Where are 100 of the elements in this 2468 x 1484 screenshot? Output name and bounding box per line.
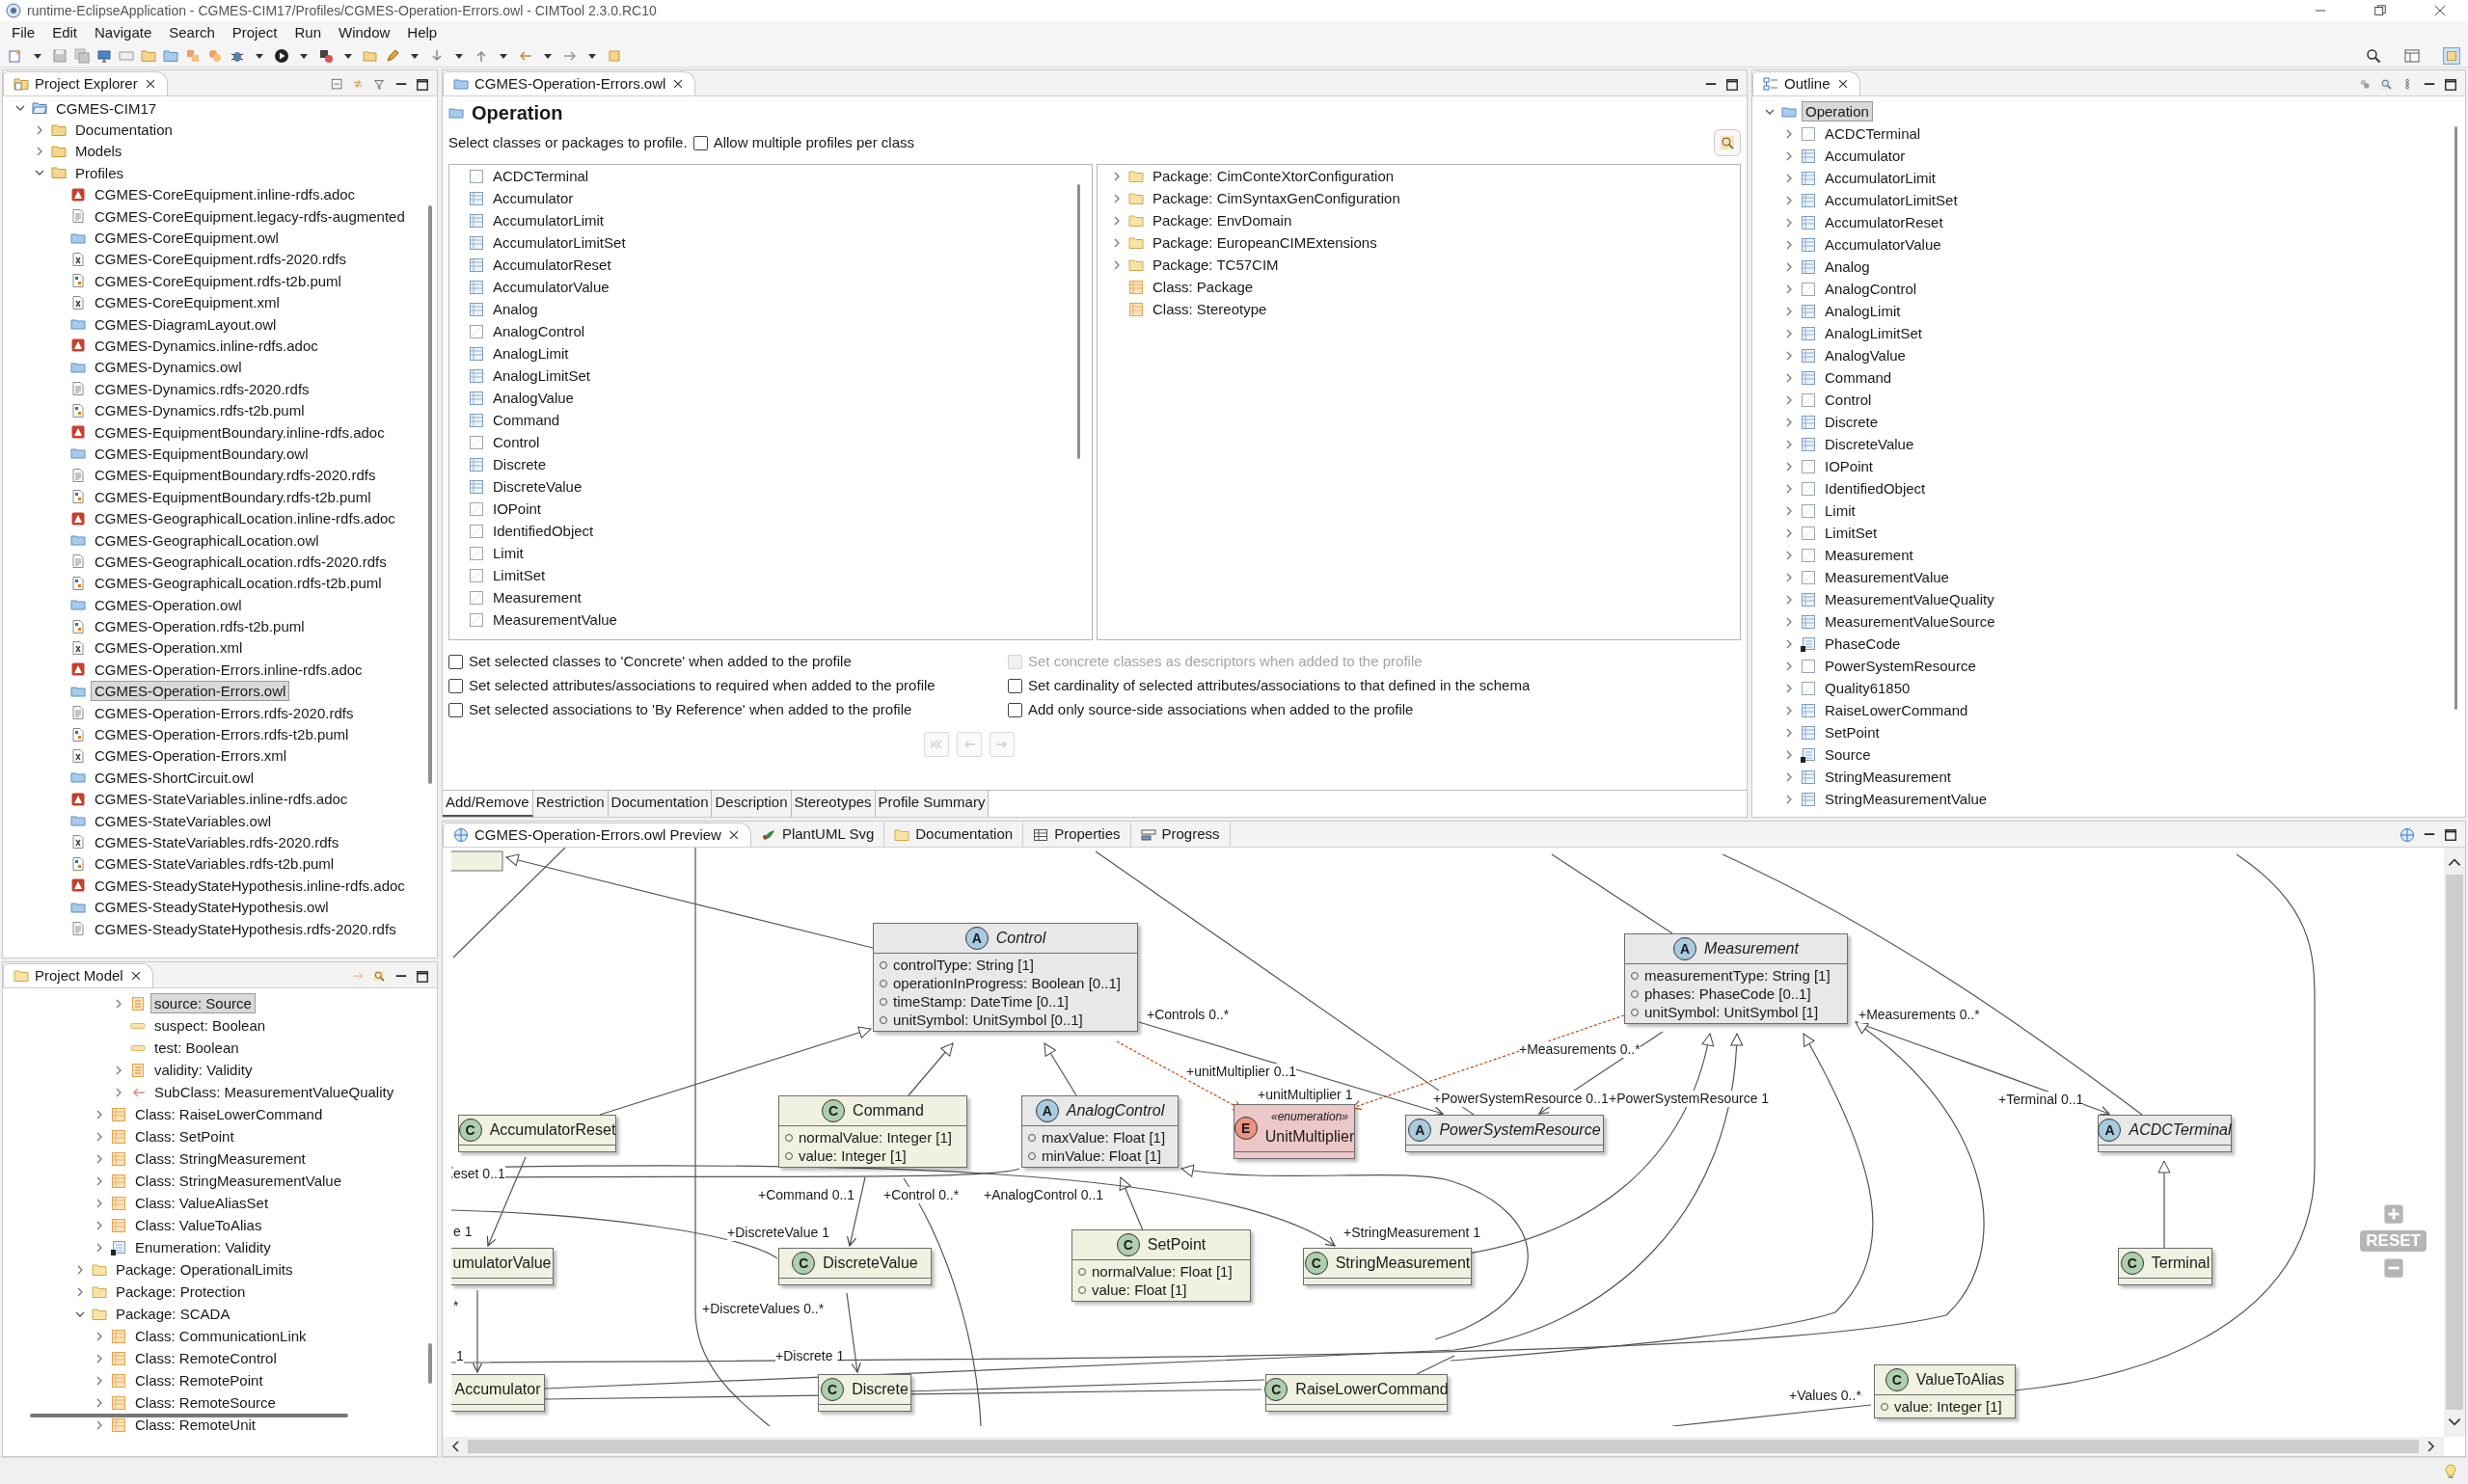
scrollbar[interactable] (2446, 875, 2463, 1410)
tree-item[interactable]: CGMES-GeographicalLocation.owl (91, 529, 323, 551)
view-tab[interactable]: CGMES-Operation-Errors.owl Preview (443, 823, 751, 847)
list-item[interactable]: DiscreteValue (489, 476, 586, 497)
tree-item[interactable]: RaiseLowerCommand (1821, 700, 1972, 720)
tree-item[interactable]: Class: RemoteUnit (131, 1415, 260, 1435)
menu-item[interactable]: Run (286, 21, 329, 44)
menu-item[interactable]: File (4, 21, 43, 44)
collapse-icon[interactable] (331, 78, 344, 92)
tree-item[interactable]: CGMES-StateVariables.rdfs-t2b.puml (91, 853, 339, 875)
list-item[interactable]: Analog (489, 299, 542, 319)
menu-item[interactable]: Project (224, 21, 285, 44)
tree-item[interactable]: Class: RaiseLowerCommand (131, 1104, 327, 1124)
list-item[interactable]: AnalogValue (489, 388, 578, 408)
tree-item[interactable]: CGMES-SteadyStateHypothesis.inline-rdfs.adoc (91, 875, 409, 896)
editor-page-tab[interactable]: Profile Summary (875, 790, 990, 817)
tree-item[interactable]: CGMES-Operation.rdfs-t2b.puml (91, 616, 309, 637)
tree-item[interactable]: validity: Validity (150, 1060, 257, 1080)
tree-item[interactable]: CGMES-Operation-Errors.owl (91, 681, 290, 702)
tree-item[interactable]: Profiles (71, 162, 128, 183)
tree-item[interactable]: CGMES-EquipmentBoundary.inline-rdfs.adoc (91, 421, 389, 443)
checkbox[interactable] (448, 703, 463, 717)
tree-item[interactable]: MeasurementValue (1821, 567, 1953, 587)
tree-item[interactable]: CGMES-Operation-Errors.xml (91, 745, 291, 767)
tree-item[interactable]: Command (1821, 367, 1896, 388)
menu-item[interactable]: Edit (44, 21, 86, 44)
tree-item[interactable]: Package: CimSyntaxGenConfiguration (1149, 188, 1404, 208)
tree-item[interactable]: CGMES-EquipmentBoundary.owl (91, 443, 312, 464)
list-item[interactable]: ACDCTerminal (489, 166, 593, 186)
menu-item[interactable]: Search (161, 21, 223, 44)
scrollbar[interactable] (1077, 184, 1080, 459)
tree-item[interactable]: CGMES-StateVariables.rdfs-2020.rdfs (91, 831, 343, 852)
tree-item[interactable]: CGMES-Operation-Errors.inline-rdfs.adoc (91, 659, 366, 680)
tree-item[interactable]: AnalogLimitSet (1821, 323, 1926, 343)
perspective-icon[interactable] (2443, 46, 2460, 65)
tree-item[interactable]: ACDCTerminal (1821, 123, 1925, 144)
tree-item[interactable]: Package: Protection (112, 1282, 250, 1302)
tree-item[interactable]: test: Boolean (150, 1038, 243, 1058)
tree-item[interactable]: CGMES-StateVariables.inline-rdfs.adoc (91, 789, 352, 810)
list-item[interactable]: AnalogLimit (489, 343, 573, 364)
maximize-icon[interactable] (416, 78, 429, 92)
tree-item[interactable]: Package: OperationalLimits (112, 1259, 297, 1280)
tree-item[interactable]: MeasurementValueSource (1821, 611, 1999, 632)
tree-item[interactable]: SetPoint (1821, 722, 1884, 742)
tree-item[interactable]: MeasurementValueQuality (1821, 589, 1998, 609)
list-item[interactable]: AccumulatorLimitSet (489, 232, 630, 253)
tree-item[interactable]: PowerSystemResource (1821, 656, 1980, 676)
editor-page-tab[interactable]: Description (712, 790, 792, 817)
menu-item[interactable]: Help (399, 21, 446, 44)
lightbulb-icon[interactable] (2443, 1463, 2458, 1479)
checkbox[interactable] (692, 135, 708, 150)
tree-item[interactable]: CGMES-ShortCircuit.owl (91, 767, 258, 788)
maximize-icon[interactable] (2444, 828, 2457, 842)
tree-item[interactable]: Class: RemoteSource (131, 1392, 280, 1413)
scrollbar[interactable] (428, 1343, 432, 1384)
editor-page-tab[interactable]: Restriction (532, 790, 609, 817)
tree-item[interactable]: Class: ValueAliasSet (131, 1193, 273, 1213)
tree-item[interactable]: AnalogLimit (1821, 301, 1905, 321)
tree-item[interactable]: CGMES-EquipmentBoundary.rdfs-2020.rdfs (91, 465, 380, 486)
tree-item[interactable]: CGMES-GeographicalLocation.rdfs-2020.rdfs (91, 551, 391, 572)
tree-item[interactable]: SubClass: MeasurementValueQuality (150, 1082, 398, 1102)
tree-item[interactable]: Class: Stereotype (1149, 299, 1271, 319)
tree-item[interactable]: Package: SCADA (112, 1304, 234, 1324)
editor-page-tab[interactable]: Stereotypes (791, 790, 876, 817)
tree-item[interactable]: Package: EnvDomain (1149, 210, 1296, 230)
tree-item[interactable]: AccumulatorReset (1821, 212, 1947, 232)
tree-item[interactable]: IdentifiedObject (1821, 478, 1930, 499)
tree-item[interactable]: DiscreteValue (1821, 434, 1918, 454)
tree-item[interactable]: PhaseCode (1821, 634, 1905, 654)
search-button[interactable] (1714, 129, 1741, 156)
list-item[interactable]: AccumulatorLimit (489, 210, 609, 230)
tree-item[interactable]: Package: TC57CIM (1149, 255, 1283, 275)
list-item[interactable]: Measurement (489, 587, 585, 607)
checkbox[interactable] (1008, 679, 1022, 693)
tree-item[interactable]: CGMES-CoreEquipment.rdfs-2020.rdfs (91, 249, 350, 270)
folder-icon[interactable] (141, 47, 156, 64)
tree-item[interactable]: Documentation (71, 120, 176, 141)
list-item[interactable]: AnalogControl (489, 321, 589, 341)
tree-item[interactable]: CGMES-EquipmentBoundary.rdfs-t2b.puml (91, 486, 375, 507)
folder-icon[interactable] (163, 47, 178, 64)
tree-item[interactable]: Class: CommunicationLink (131, 1326, 311, 1346)
tree-item[interactable]: CGMES-Operation.owl (91, 594, 246, 615)
tree-item[interactable]: Class: SetPoint (131, 1126, 238, 1147)
tree-item[interactable]: CGMES-StateVariables.owl (91, 810, 276, 831)
list-item[interactable]: Control (489, 432, 544, 452)
scrollbar[interactable] (30, 1414, 348, 1417)
tree-item[interactable]: AnalogControl (1821, 279, 1921, 299)
tree-item[interactable]: CGMES-SteadyStateHypothesis.owl (91, 897, 333, 918)
tree-item[interactable]: CGMES-Dynamics.owl (91, 357, 246, 378)
tree-item[interactable]: AccumulatorLimitSet (1821, 190, 1962, 210)
monitor-icon[interactable] (96, 47, 112, 64)
filter-icon[interactable] (373, 78, 387, 92)
restore-icon[interactable] (2373, 4, 2387, 17)
close-icon[interactable] (2433, 4, 2447, 17)
tree-item[interactable]: Control (1821, 390, 1876, 410)
globe-icon[interactable] (2400, 827, 2415, 843)
tree-item[interactable]: Class: RemotePoint (131, 1370, 267, 1390)
tree-item[interactable]: CGMES-SteadyStateHypothesis.rdfs-2020.rdfs (91, 918, 400, 939)
tree-item[interactable]: CGMES-CoreEquipment.xml (91, 292, 284, 313)
list-item[interactable]: IOPoint (489, 499, 546, 519)
